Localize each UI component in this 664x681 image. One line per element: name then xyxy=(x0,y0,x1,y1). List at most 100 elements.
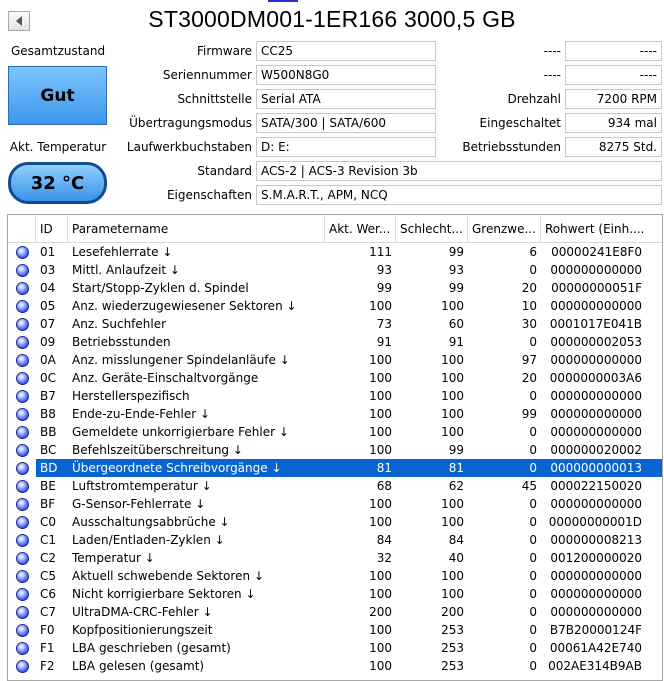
attribute-worst: 99 xyxy=(448,245,464,259)
status-cell xyxy=(8,621,36,639)
attribute-threshold: 0 xyxy=(529,605,537,619)
attribute-name: Anz. misslungener Spindelanläufe ↓ xyxy=(72,353,290,367)
table-row[interactable]: C5 Aktuell schwebende Sektoren ↓ 100 100 0 00… xyxy=(8,567,662,585)
attribute-raw: 000000000000 xyxy=(550,389,642,403)
attribute-current: 100 xyxy=(369,407,392,421)
attribute-name: Anz. wiederzugewiesener Sektoren ↓ xyxy=(72,299,297,313)
attribute-current: 32 xyxy=(376,551,392,565)
status-cell xyxy=(8,477,36,495)
table-row[interactable]: F1 LBA geschrieben (gesamt) 100 253 0 00061A4… xyxy=(8,639,662,657)
attribute-id: 07 xyxy=(40,317,56,331)
status-cell xyxy=(8,639,36,657)
table-row[interactable]: BC Befehlszeitüberschreitung ↓ 100 99 0 00000… xyxy=(8,441,662,459)
status-cell xyxy=(8,279,36,297)
attribute-id: BC xyxy=(40,443,57,457)
table-row[interactable]: 0A Anz. misslungener Spindelanläufe ↓ 100 1… xyxy=(8,351,662,369)
attribute-threshold: 10 xyxy=(521,299,537,313)
column-header-worst[interactable]: Schlecht... xyxy=(396,215,468,243)
attribute-name: Anz. Geräte-Einschaltvorgänge xyxy=(72,371,259,385)
attribute-raw: 00000241E8F0 xyxy=(551,245,642,259)
attribute-raw: 000000000000 xyxy=(550,299,642,313)
attribute-threshold: 20 xyxy=(521,281,537,295)
table-row[interactable]: F2 LBA gelesen (gesamt) 100 253 0 002AE314B9A… xyxy=(8,657,662,675)
back-button[interactable] xyxy=(8,11,30,31)
attribute-current: 91 xyxy=(376,335,392,349)
status-cell xyxy=(8,603,36,621)
attribute-worst: 40 xyxy=(448,551,464,565)
blue-circle-icon xyxy=(15,551,29,565)
table-row[interactable]: 05 Anz. wiederzugewiesener Sektoren ↓ 100 1… xyxy=(8,297,662,315)
interface-label: Schnittstelle xyxy=(177,92,252,106)
attribute-current: 93 xyxy=(376,263,392,277)
status-cell xyxy=(8,351,36,369)
temperature-badge[interactable]: 32 °C xyxy=(8,162,107,204)
attribute-id: 05 xyxy=(40,299,56,313)
attribute-raw: 000000000000 xyxy=(550,605,642,619)
blue-circle-icon xyxy=(15,299,29,313)
blue-circle-icon xyxy=(15,461,29,475)
column-header-status[interactable] xyxy=(8,215,36,243)
attribute-threshold: 0 xyxy=(529,389,537,403)
column-header-threshold[interactable]: Grenzwe... xyxy=(468,215,541,243)
table-row[interactable]: BB Gemeldete unkorrigierbare Fehler ↓ 100 1… xyxy=(8,423,662,441)
power-on-count-label: Eingeschaltet xyxy=(479,116,561,130)
table-row[interactable]: 09 Betriebsstunden 91 91 0 000000002053 xyxy=(8,333,662,351)
status-cell xyxy=(8,387,36,405)
attribute-id: BD xyxy=(40,461,58,475)
power-on-hours-field: 8275 Std. xyxy=(565,137,662,157)
attribute-worst: 253 xyxy=(441,659,464,673)
table-row[interactable]: 03 Mittl. Anlaufzeit ↓ 93 93 0 000000000000 xyxy=(8,261,662,279)
attribute-threshold: 0 xyxy=(529,497,537,511)
right-field-2: ---- xyxy=(565,65,662,85)
table-row[interactable]: BD Übergeordnete Schreibvorgänge ↓ 81 81 0 00… xyxy=(8,459,662,477)
attribute-worst: 100 xyxy=(441,371,464,385)
table-row[interactable]: F0 Kopfpositionierungszeit 100 253 0 B7B20000… xyxy=(8,621,662,639)
status-cell xyxy=(8,513,36,531)
table-row[interactable]: C7 UltraDMA-CRC-Fehler ↓ 200 200 0 0000000000… xyxy=(8,603,662,621)
right-field-1: ---- xyxy=(565,41,662,61)
interface-field: Serial ATA xyxy=(256,89,436,109)
attribute-raw: 000000000000 xyxy=(550,353,642,367)
attribute-raw: 0000000003A6 xyxy=(549,371,642,385)
blue-circle-icon xyxy=(15,263,29,277)
health-status-badge[interactable]: Gut xyxy=(8,66,107,125)
attribute-worst: 91 xyxy=(448,335,464,349)
serial-label: Seriennummer xyxy=(162,68,252,82)
attribute-worst: 93 xyxy=(448,263,464,277)
power-on-count-field: 934 mal xyxy=(565,113,662,133)
attribute-worst: 100 xyxy=(441,425,464,439)
attribute-name: Übergeordnete Schreibvorgänge ↓ xyxy=(72,461,282,475)
table-row[interactable]: BE Luftstromtemperatur ↓ 68 62 45 00002215002… xyxy=(8,477,662,495)
table-row[interactable]: BF G-Sensor-Fehlerrate ↓ 100 100 0 0000000000… xyxy=(8,495,662,513)
attribute-name: Herstellerspezifisch xyxy=(72,389,190,403)
column-header-name[interactable]: Parametername xyxy=(68,215,325,243)
attribute-current: 100 xyxy=(369,515,392,529)
column-header-raw[interactable]: Rohwert (Einh.... xyxy=(541,215,646,243)
table-row[interactable]: C0 Ausschaltungsabbrüche ↓ 100 100 0 00000000… xyxy=(8,513,662,531)
attribute-id: 09 xyxy=(40,335,56,349)
features-field: S.M.A.R.T., APM, NCQ xyxy=(256,185,662,205)
table-row[interactable]: 04 Start/Stopp-Zyklen d. Spindel 99 99 20 000… xyxy=(8,279,662,297)
table-row[interactable]: C2 Temperatur ↓ 32 40 0 001200000020 xyxy=(8,549,662,567)
attribute-threshold: 30 xyxy=(521,317,537,331)
attribute-id: BF xyxy=(40,497,56,511)
table-row[interactable]: 07 Anz. Suchfehler 73 60 30 0001017E041B xyxy=(8,315,662,333)
drive-letters-field: D: E: xyxy=(256,137,436,157)
status-cell xyxy=(8,441,36,459)
attribute-worst: 100 xyxy=(441,353,464,367)
attribute-worst: 99 xyxy=(448,443,464,457)
attribute-name: Anz. Suchfehler xyxy=(72,317,167,331)
table-row[interactable]: B8 Ende-zu-Ende-Fehler ↓ 100 100 99 000000000… xyxy=(8,405,662,423)
attribute-id: C2 xyxy=(40,551,57,565)
column-header-current[interactable]: Akt. Wer... xyxy=(325,215,396,243)
table-row[interactable]: 01 Lesefehlerrate ↓ 111 99 6 00000241E8F0 xyxy=(8,243,662,261)
smart-attributes-table[interactable]: ID Parametername Akt. Wer... Schlecht...… xyxy=(7,214,663,681)
table-row[interactable]: C6 Nicht korrigierbare Sektoren ↓ 100 100 0 0… xyxy=(8,585,662,603)
table-row[interactable]: C1 Laden/Entladen-Zyklen ↓ 84 84 0 0000000082… xyxy=(8,531,662,549)
column-header-id[interactable]: ID xyxy=(36,215,68,243)
table-row[interactable]: 0C Anz. Geräte-Einschaltvorgänge 100 100 20 0… xyxy=(8,369,662,387)
status-cell xyxy=(8,261,36,279)
table-row[interactable]: B7 Herstellerspezifisch 100 100 0 00000000000… xyxy=(8,387,662,405)
firmware-label: Firmware xyxy=(197,44,252,58)
attribute-name: Luftstromtemperatur ↓ xyxy=(72,479,212,493)
